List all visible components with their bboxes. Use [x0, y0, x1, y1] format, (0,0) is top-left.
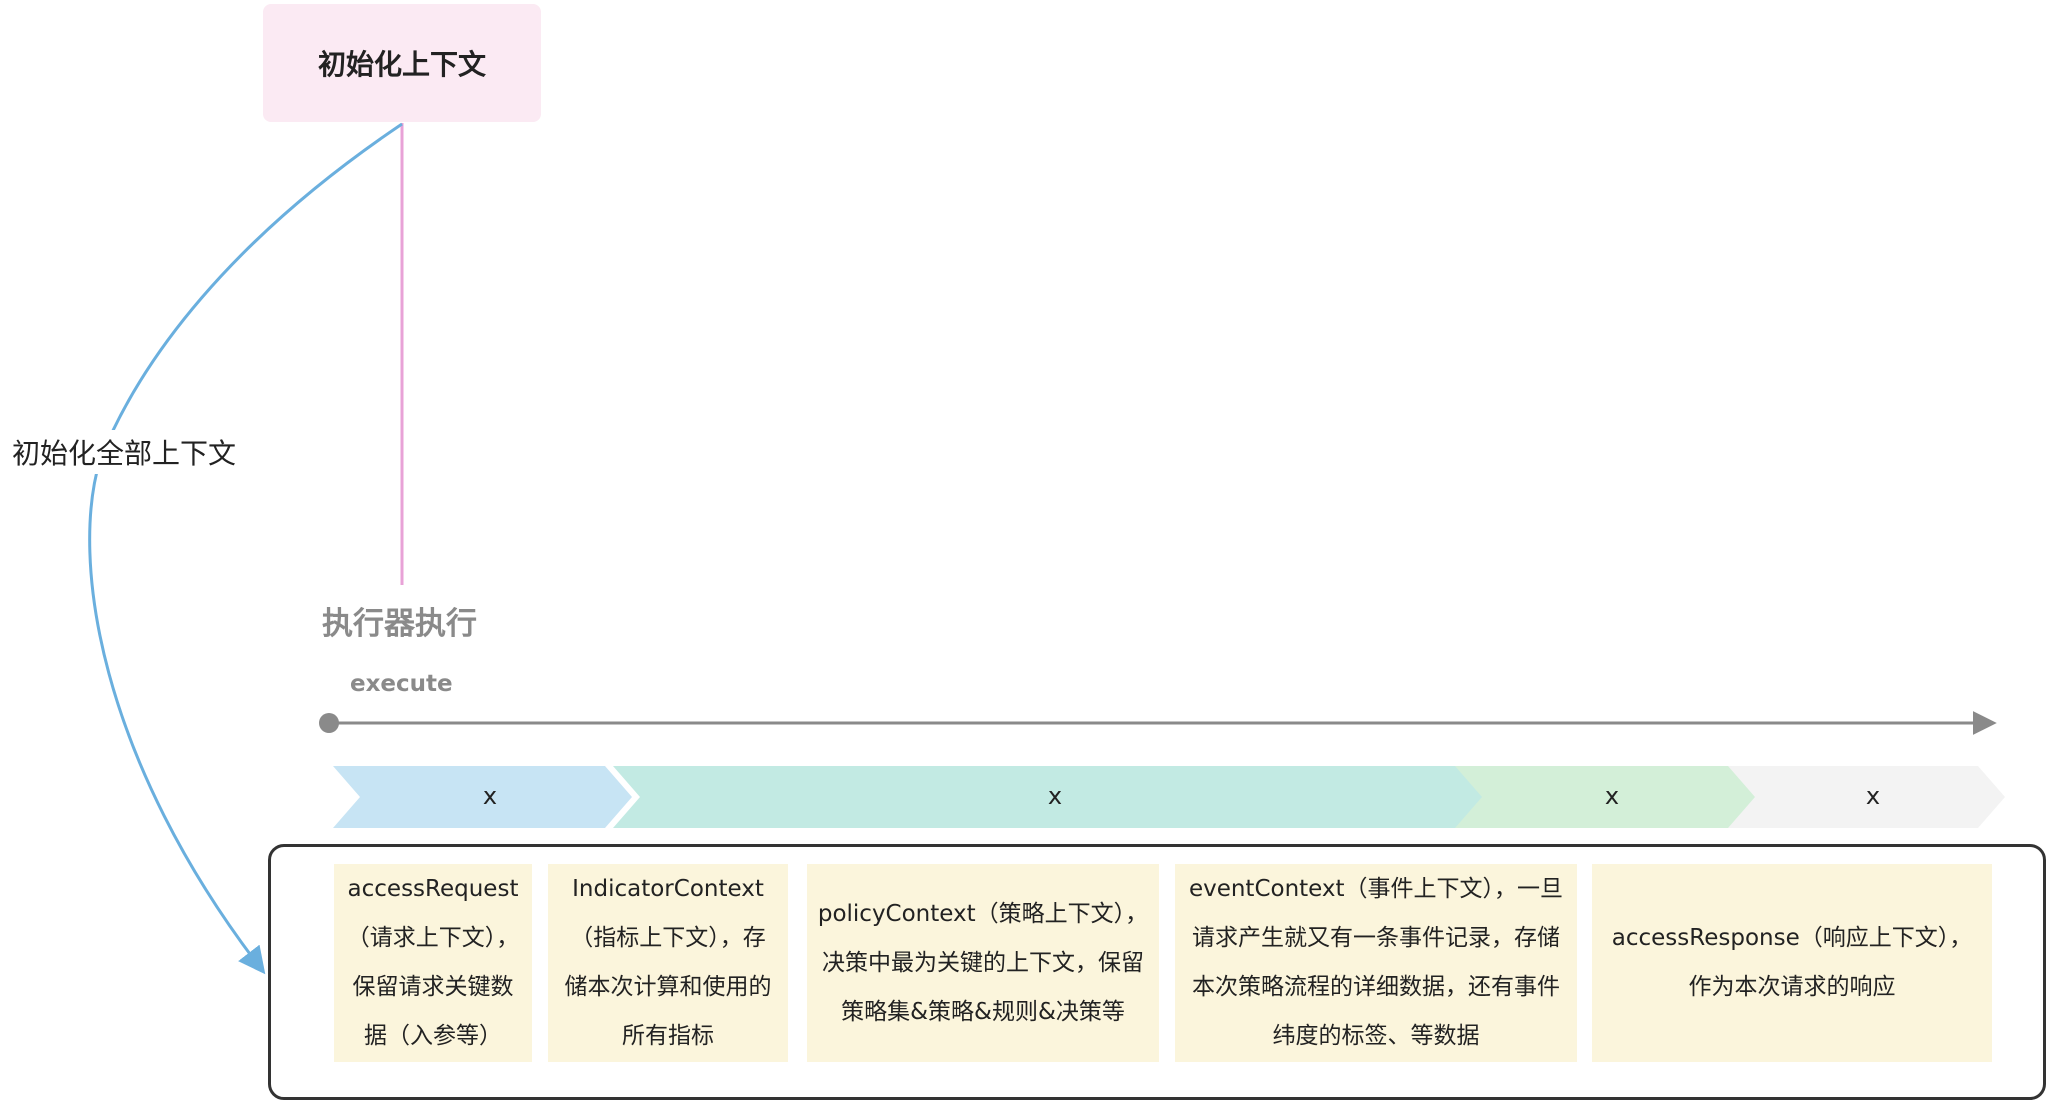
init-all-context-label: 初始化全部上下文 [12, 430, 237, 474]
executor-title: 执行器执行 [322, 606, 477, 642]
card-text: accessResponse（响应上下文）， 作为本次请求的响应 [1611, 925, 1973, 1000]
card-text: accessRequest （请求上下文）， 保留请求关键数 据（入参等） [346, 876, 520, 1049]
init-context-label: 初始化上下文 [317, 48, 486, 81]
context-card-event: eventContext（事件上下文），一旦 请求产生就又有一条事件记录，存储 … [1175, 864, 1577, 1062]
context-card-policy: policyContext（策略上下文）， 决策中最为关键的上下文，保留 策略集… [807, 864, 1159, 1062]
context-card-indicator: IndicatorContext （指标上下文），存 储本次计算和使用的 所有指… [548, 864, 788, 1062]
stage-chevron-3 [1452, 766, 1755, 828]
card-text: policyContext（策略上下文）， 决策中最为关键的上下文，保留 策略集… [817, 900, 1149, 1025]
card-text: eventContext（事件上下文），一旦 请求产生就又有一条事件记录，存储 … [1188, 876, 1564, 1049]
stage-label-3: x [1604, 782, 1620, 810]
card-text: IndicatorContext （指标上下文），存 储本次计算和使用的 所有指… [564, 876, 772, 1049]
context-card-access-request: accessRequest （请求上下文）， 保留请求关键数 据（入参等） [334, 864, 532, 1062]
timeline-start-dot [319, 713, 339, 733]
executor-subtitle: execute [350, 671, 453, 697]
stage-label-4: x [1865, 782, 1881, 810]
init-context-box: 初始化上下文 [263, 4, 541, 122]
stage-label-1: x [482, 782, 498, 810]
diagram-canvas: 初始化上下文 初始化全部上下文 执行器执行 execute x x x x ac… [0, 0, 2053, 1104]
context-card-access-response: accessResponse（响应上下文）， 作为本次请求的响应 [1592, 864, 1992, 1062]
stage-chevron-4 [1718, 766, 2005, 828]
stage-label-2: x [1047, 782, 1063, 810]
